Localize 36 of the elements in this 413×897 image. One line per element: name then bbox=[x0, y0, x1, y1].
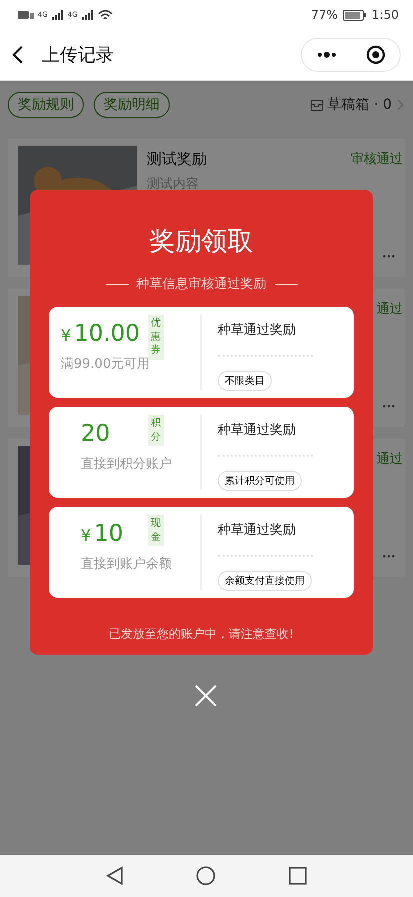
more-icon[interactable] bbox=[316, 52, 336, 58]
back-icon[interactable] bbox=[106, 866, 124, 886]
dialog-footer: 已发放至您的账户中，请注意查收! bbox=[109, 626, 294, 643]
hd-icon bbox=[18, 10, 34, 20]
filter-chip[interactable]: 奖励规则 bbox=[8, 92, 84, 118]
recents-icon[interactable] bbox=[288, 867, 307, 885]
battery-percent: 77% bbox=[311, 8, 338, 22]
back-icon[interactable] bbox=[12, 45, 24, 65]
reward-name: 种草通过奖励 bbox=[218, 422, 297, 439]
clock-time: 1:50 bbox=[372, 8, 399, 22]
record-title: 测试奖励 bbox=[147, 150, 207, 169]
record-status: 审核通过 bbox=[351, 151, 403, 169]
dialog-subtitle: 种草信息审核通过奖励 bbox=[136, 276, 266, 293]
signal-icon bbox=[82, 10, 94, 20]
page-title: 上传记录 bbox=[42, 44, 114, 67]
reward-name: 种草通过奖励 bbox=[218, 322, 297, 339]
dialog-title: 奖励领取 bbox=[150, 226, 254, 259]
battery-icon bbox=[343, 10, 368, 20]
reward-tag: 积分 bbox=[148, 415, 164, 446]
close-icon[interactable] bbox=[195, 685, 217, 707]
filter-chip[interactable]: 奖励明细 bbox=[94, 92, 170, 118]
scope-label: 不限类目 bbox=[218, 371, 272, 391]
reward-name: 种草通过奖励 bbox=[218, 522, 297, 539]
record-status: 通过 bbox=[377, 301, 403, 318]
reward-tag: 现金 bbox=[148, 515, 164, 546]
wifi-icon bbox=[98, 10, 113, 20]
inbox-icon bbox=[310, 100, 323, 110]
reward-amount: 20 bbox=[81, 421, 110, 447]
home-icon[interactable] bbox=[196, 866, 216, 886]
record-status: 通过 bbox=[377, 451, 403, 468]
scope-label: 余额支付直接使用 bbox=[218, 571, 312, 591]
signal-icon bbox=[52, 10, 64, 20]
drafts-link[interactable]: 草稿箱 · 0 bbox=[328, 96, 392, 114]
scope-label: 累计积分可使用 bbox=[218, 471, 302, 491]
reward-tag: 优惠券 bbox=[148, 315, 164, 360]
close-target-icon[interactable] bbox=[366, 45, 386, 65]
